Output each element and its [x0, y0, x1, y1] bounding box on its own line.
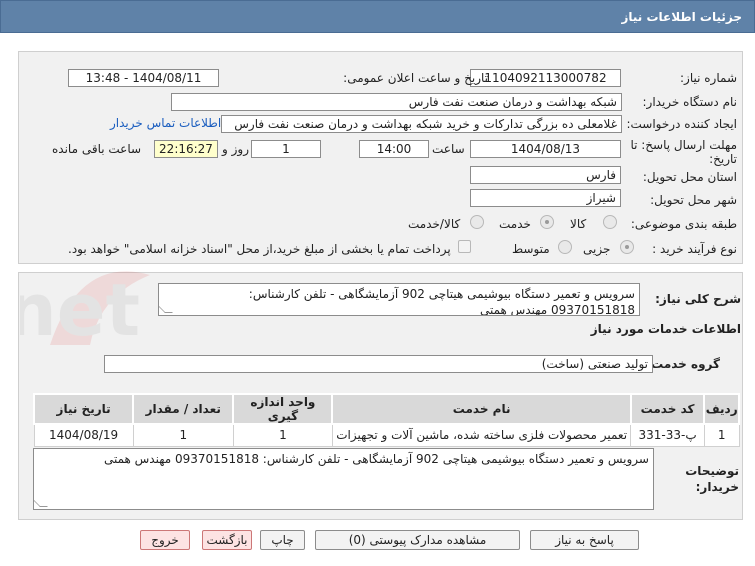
category-option-service: خدمت	[499, 217, 531, 231]
services-section-title: اطلاعات خدمات مورد نیاز	[590, 322, 741, 336]
service-group-label: گروه خدمت:	[646, 357, 720, 371]
category-radio-service[interactable]	[540, 215, 554, 229]
deadline-time-field: 14:00	[359, 140, 429, 158]
province-field: فارس	[470, 166, 621, 184]
announce-datetime-label: تاریخ و ساعت اعلان عمومی:	[343, 71, 488, 85]
buyer-notes-label: توضیحات خریدار:	[685, 464, 739, 494]
cell-service-code: پ-33-331	[630, 423, 705, 447]
view-attachments-button[interactable]: مشاهده مدارک پیوستی (0)	[315, 530, 520, 550]
table-row: 1 پ-33-331 تعمیر محصولات فلزی ساخته شده،…	[33, 423, 740, 447]
col-header-service-name: نام خدمت	[331, 393, 632, 425]
deadline-label: مهلت ارسال پاسخ: تا تاریخ:	[630, 138, 737, 166]
buyer-notes-field[interactable]: سرویس و تعمیر دستگاه بیوشیمی هیتاچی 902 …	[33, 448, 654, 510]
general-description-label: شرح کلی نیاز:	[655, 292, 741, 306]
back-button[interactable]: بازگشت	[202, 530, 252, 550]
process-radio-medium[interactable]	[558, 240, 572, 254]
cell-unit: 1	[232, 423, 333, 447]
cell-row-number: 1	[703, 423, 740, 447]
category-option-goods: کالا	[570, 217, 587, 231]
buyer-org-field: شبکه بهداشت و درمان صنعت نفت فارس	[171, 93, 622, 111]
print-button[interactable]: چاپ	[260, 530, 305, 550]
remaining-time-field: 22:16:27	[154, 140, 218, 158]
cell-need-date: 1404/08/19	[33, 423, 134, 447]
process-option-medium: متوسط	[512, 242, 550, 256]
deadline-days-field: 1	[251, 140, 321, 158]
announce-datetime-field: 1404/08/11 - 13:48	[68, 69, 219, 87]
remaining-time-label: ساعت باقی مانده	[52, 142, 142, 156]
buyer-contact-link[interactable]: اطلاعات تماس خریدار	[110, 116, 221, 130]
deadline-time-label: ساعت	[432, 142, 465, 156]
reply-button[interactable]: پاسخ به نیاز	[530, 530, 639, 550]
buyer-notes-text: سرویس و تعمیر دستگاه بیوشیمی هیتاچی 902 …	[103, 452, 649, 466]
requester-label: ایجاد کننده درخواست:	[626, 117, 737, 131]
col-header-need-date: تاریخ نیاز	[32, 393, 135, 425]
category-radio-goods-service[interactable]	[470, 215, 484, 229]
cell-service-name: تعمیر محصولات فلزی ساخته شده، ماشین آلات…	[331, 423, 632, 447]
col-header-service-code: کد خدمت	[629, 393, 706, 425]
col-header-quantity: تعداد / مقدار	[132, 393, 235, 425]
resize-grip-icon[interactable]	[159, 305, 173, 313]
category-radio-goods[interactable]	[603, 215, 617, 229]
requester-field: غلامعلی ده بزرگی تدارکات و خرید شبکه بهد…	[221, 115, 622, 133]
category-option-goods-service: کالا/خدمت	[408, 217, 461, 231]
city-label: شهر محل تحویل:	[650, 193, 737, 207]
exit-button[interactable]: خروج	[140, 530, 190, 550]
col-header-unit: واحد اندازه گیری	[232, 393, 334, 425]
treasury-payment-checkbox[interactable]	[458, 240, 471, 253]
city-field: شیراز	[470, 189, 621, 207]
service-group-field: تولید صنعتی (ساخت)	[104, 355, 653, 373]
col-header-row-number: ردیف	[703, 393, 740, 425]
cell-quantity: 1	[132, 423, 234, 447]
resize-grip-icon[interactable]	[34, 499, 48, 507]
need-number-label: شماره نیاز:	[680, 71, 737, 85]
category-label: طبقه بندی موضوعی:	[630, 217, 737, 231]
process-radio-minor[interactable]	[620, 240, 634, 254]
deadline-date-field: 1404/08/13	[470, 140, 621, 158]
general-description-text: سرویس و تعمیر دستگاه بیوشیمی هیتاچی 902 …	[248, 287, 635, 316]
need-number-field: 1104092113000782	[470, 69, 621, 87]
process-option-minor: جزیی	[583, 242, 611, 256]
services-table: ردیف کد خدمت نام خدمت واحد اندازه گیری ت…	[32, 393, 740, 447]
buyer-org-label: نام دستگاه خریدار:	[642, 95, 738, 109]
page-header: جزئیات اطلاعات نیاز	[0, 0, 755, 33]
treasury-payment-note: پرداخت تمام یا بخشی از مبلغ خرید،از محل …	[68, 242, 451, 256]
table-header-row: ردیف کد خدمت نام خدمت واحد اندازه گیری ت…	[32, 393, 740, 425]
process-type-label: نوع فرآیند خرید :	[652, 242, 737, 256]
page-title: جزئیات اطلاعات نیاز	[621, 10, 742, 24]
general-description-field[interactable]: سرویس و تعمیر دستگاه بیوشیمی هیتاچی 902 …	[158, 283, 640, 316]
deadline-days-label: روز و	[222, 142, 249, 156]
province-label: استان محل تحویل:	[642, 170, 737, 184]
